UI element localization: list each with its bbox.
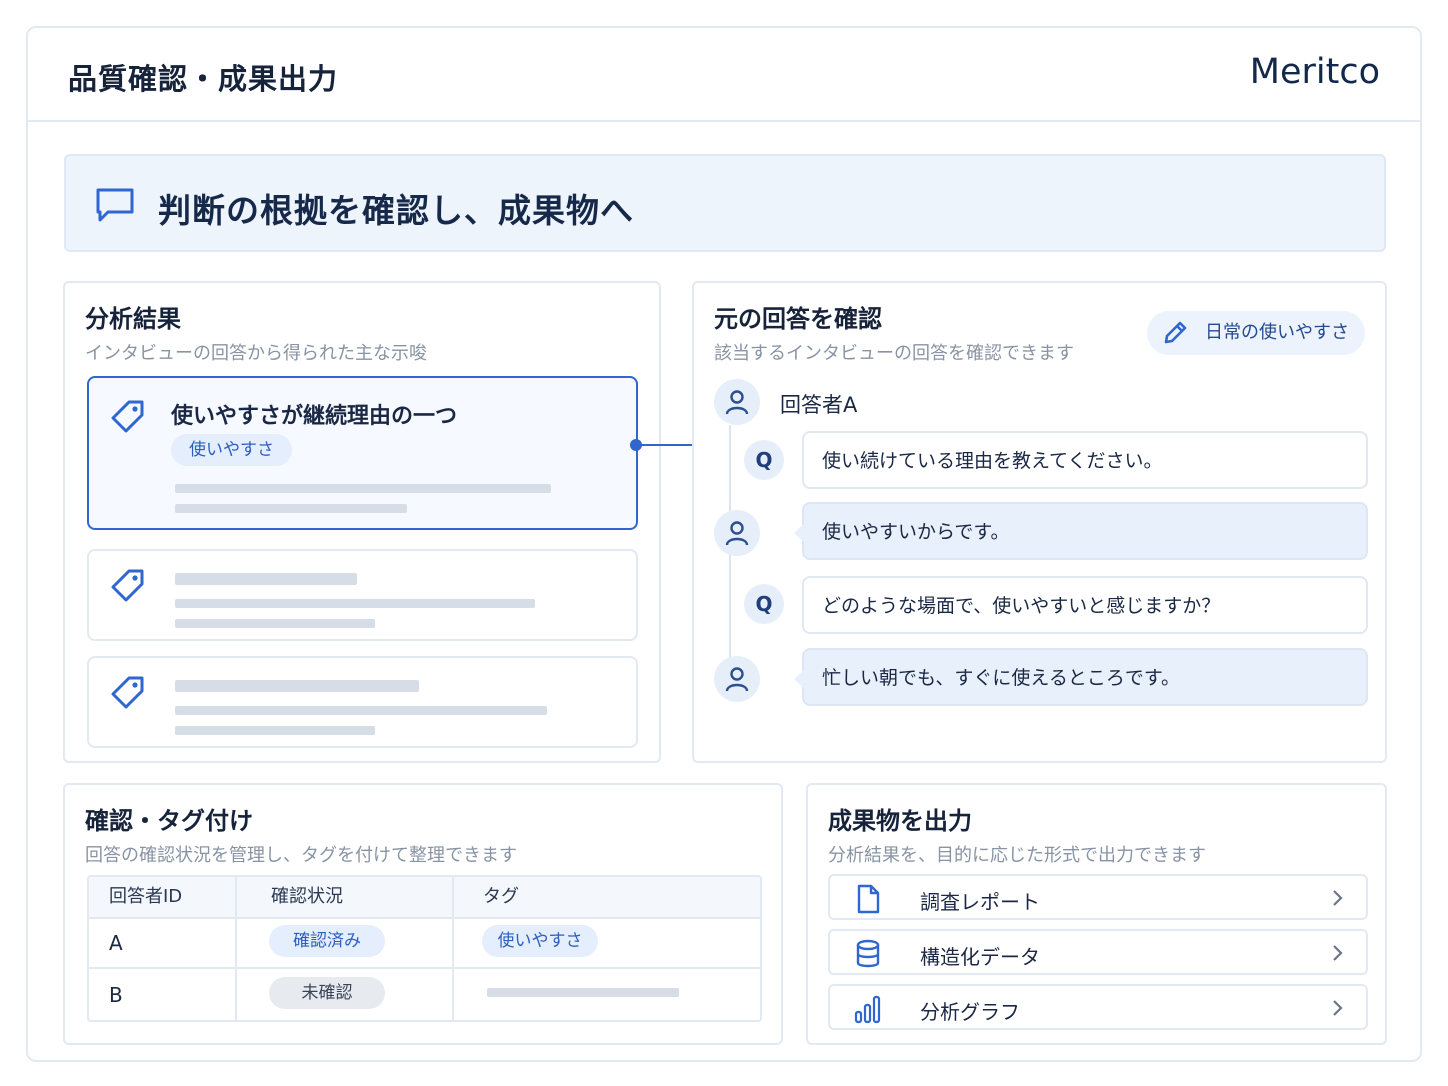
status-badge[interactable]: 確認済み <box>269 925 385 957</box>
tag-icon <box>111 400 144 433</box>
question-badge: Q <box>744 584 784 624</box>
output-graph-button[interactable]: 分析グラフ <box>828 984 1368 1030</box>
output-item-label: 分析グラフ <box>920 1000 1020 1024</box>
respondent-id: B <box>109 983 123 1007</box>
placeholder-line <box>175 599 535 608</box>
database-icon <box>856 939 880 968</box>
insight-card-title: 使いやすさが継続理由の一つ <box>171 404 458 429</box>
respondent-name: 回答者A <box>780 393 858 417</box>
filter-chip[interactable]: 日常の使いやすさ <box>1147 311 1365 355</box>
filter-chip-label: 日常の使いやすさ <box>1205 322 1349 343</box>
chevron-right-icon <box>1333 890 1343 906</box>
connector-dot <box>630 439 642 451</box>
insight-tag-chip[interactable]: 使いやすさ <box>171 434 292 466</box>
status-badge[interactable]: 未確認 <box>269 977 385 1009</box>
banner: 判断の根拠を確認し、成果物へ <box>64 154 1386 252</box>
question-badge: Q <box>744 440 784 480</box>
answers-subtitle: 該当するインタビューの回答を確認できます <box>714 343 1074 364</box>
insight-card[interactable] <box>87 549 638 641</box>
placeholder-line <box>175 680 419 692</box>
tagging-title: 確認・タグ付け <box>85 807 253 835</box>
placeholder-line <box>175 706 547 715</box>
user-avatar-icon <box>714 510 760 556</box>
document-icon <box>857 884 880 914</box>
user-avatar-icon <box>714 379 760 425</box>
header: 品質確認・成果出力 Meritco <box>28 28 1420 122</box>
placeholder-line <box>175 619 375 628</box>
column-header: 回答者ID <box>109 877 183 917</box>
chevron-right-icon <box>1333 945 1343 961</box>
pencil-icon <box>1164 321 1187 344</box>
analysis-panel: 分析結果 インタビューの回答から得られた主な示唆 使いやすさが継続理由の一つ 使… <box>63 281 661 763</box>
insight-card[interactable] <box>87 656 638 748</box>
insight-card-selected[interactable]: 使いやすさが継続理由の一つ 使いやすさ <box>87 376 638 530</box>
output-item-label: 構造化データ <box>920 945 1040 969</box>
chat-bubble-icon <box>96 188 134 222</box>
respondent-id: A <box>109 931 123 955</box>
answer-bubble: 忙しい朝でも、すぐに使えるところです。 <box>794 648 1368 706</box>
chevron-right-icon <box>1333 1000 1343 1016</box>
output-data-button[interactable]: 構造化データ <box>828 929 1368 975</box>
placeholder-line <box>175 726 375 735</box>
respondent-table: 回答者ID 確認状況 タグ A 確認済み 使いやすさ B 未確認 <box>87 875 762 1022</box>
tagging-subtitle: 回答の確認状況を管理し、タグを付けて整理できます <box>85 845 517 866</box>
answers-title: 元の回答を確認 <box>714 305 882 333</box>
tagging-panel: 確認・タグ付け 回答の確認状況を管理し、タグを付けて整理できます 回答者ID 確… <box>63 783 783 1045</box>
analysis-title: 分析結果 <box>85 305 181 333</box>
answer-bubble: 使いやすいからです。 <box>794 502 1368 560</box>
tag-icon <box>111 569 144 602</box>
output-item-label: 調査レポート <box>920 890 1040 914</box>
placeholder-line <box>175 573 357 585</box>
column-header: 確認状況 <box>271 877 343 917</box>
tag-chip[interactable]: 使いやすさ <box>482 925 598 957</box>
output-report-button[interactable]: 調査レポート <box>828 874 1368 920</box>
bar-chart-icon <box>854 995 881 1024</box>
brand-logo: Meritco <box>1249 52 1380 92</box>
placeholder-line <box>175 484 551 493</box>
page-title: 品質確認・成果出力 <box>68 62 339 96</box>
output-title: 成果物を出力 <box>828 807 972 835</box>
analysis-subtitle: インタビューの回答から得られた主な示唆 <box>85 343 427 364</box>
output-panel: 成果物を出力 分析結果を、目的に応じた形式で出力できます 調査レポート 構造化デ… <box>806 783 1387 1045</box>
output-subtitle: 分析結果を、目的に応じた形式で出力できます <box>828 845 1206 866</box>
question-bubble: 使い続けている理由を教えてください。 <box>802 431 1368 489</box>
question-bubble: どのような場面で、使いやすいと感じますか？ <box>802 576 1368 634</box>
user-avatar-icon <box>714 656 760 702</box>
placeholder-line <box>487 988 679 997</box>
answers-panel: 元の回答を確認 該当するインタビューの回答を確認できます 日常の使いやすさ 回答… <box>692 281 1387 763</box>
column-header: タグ <box>483 877 519 917</box>
connector-line <box>636 444 694 446</box>
banner-text: 判断の根拠を確認し、成果物へ <box>158 191 634 230</box>
tag-icon <box>111 676 144 709</box>
placeholder-line <box>175 504 407 513</box>
